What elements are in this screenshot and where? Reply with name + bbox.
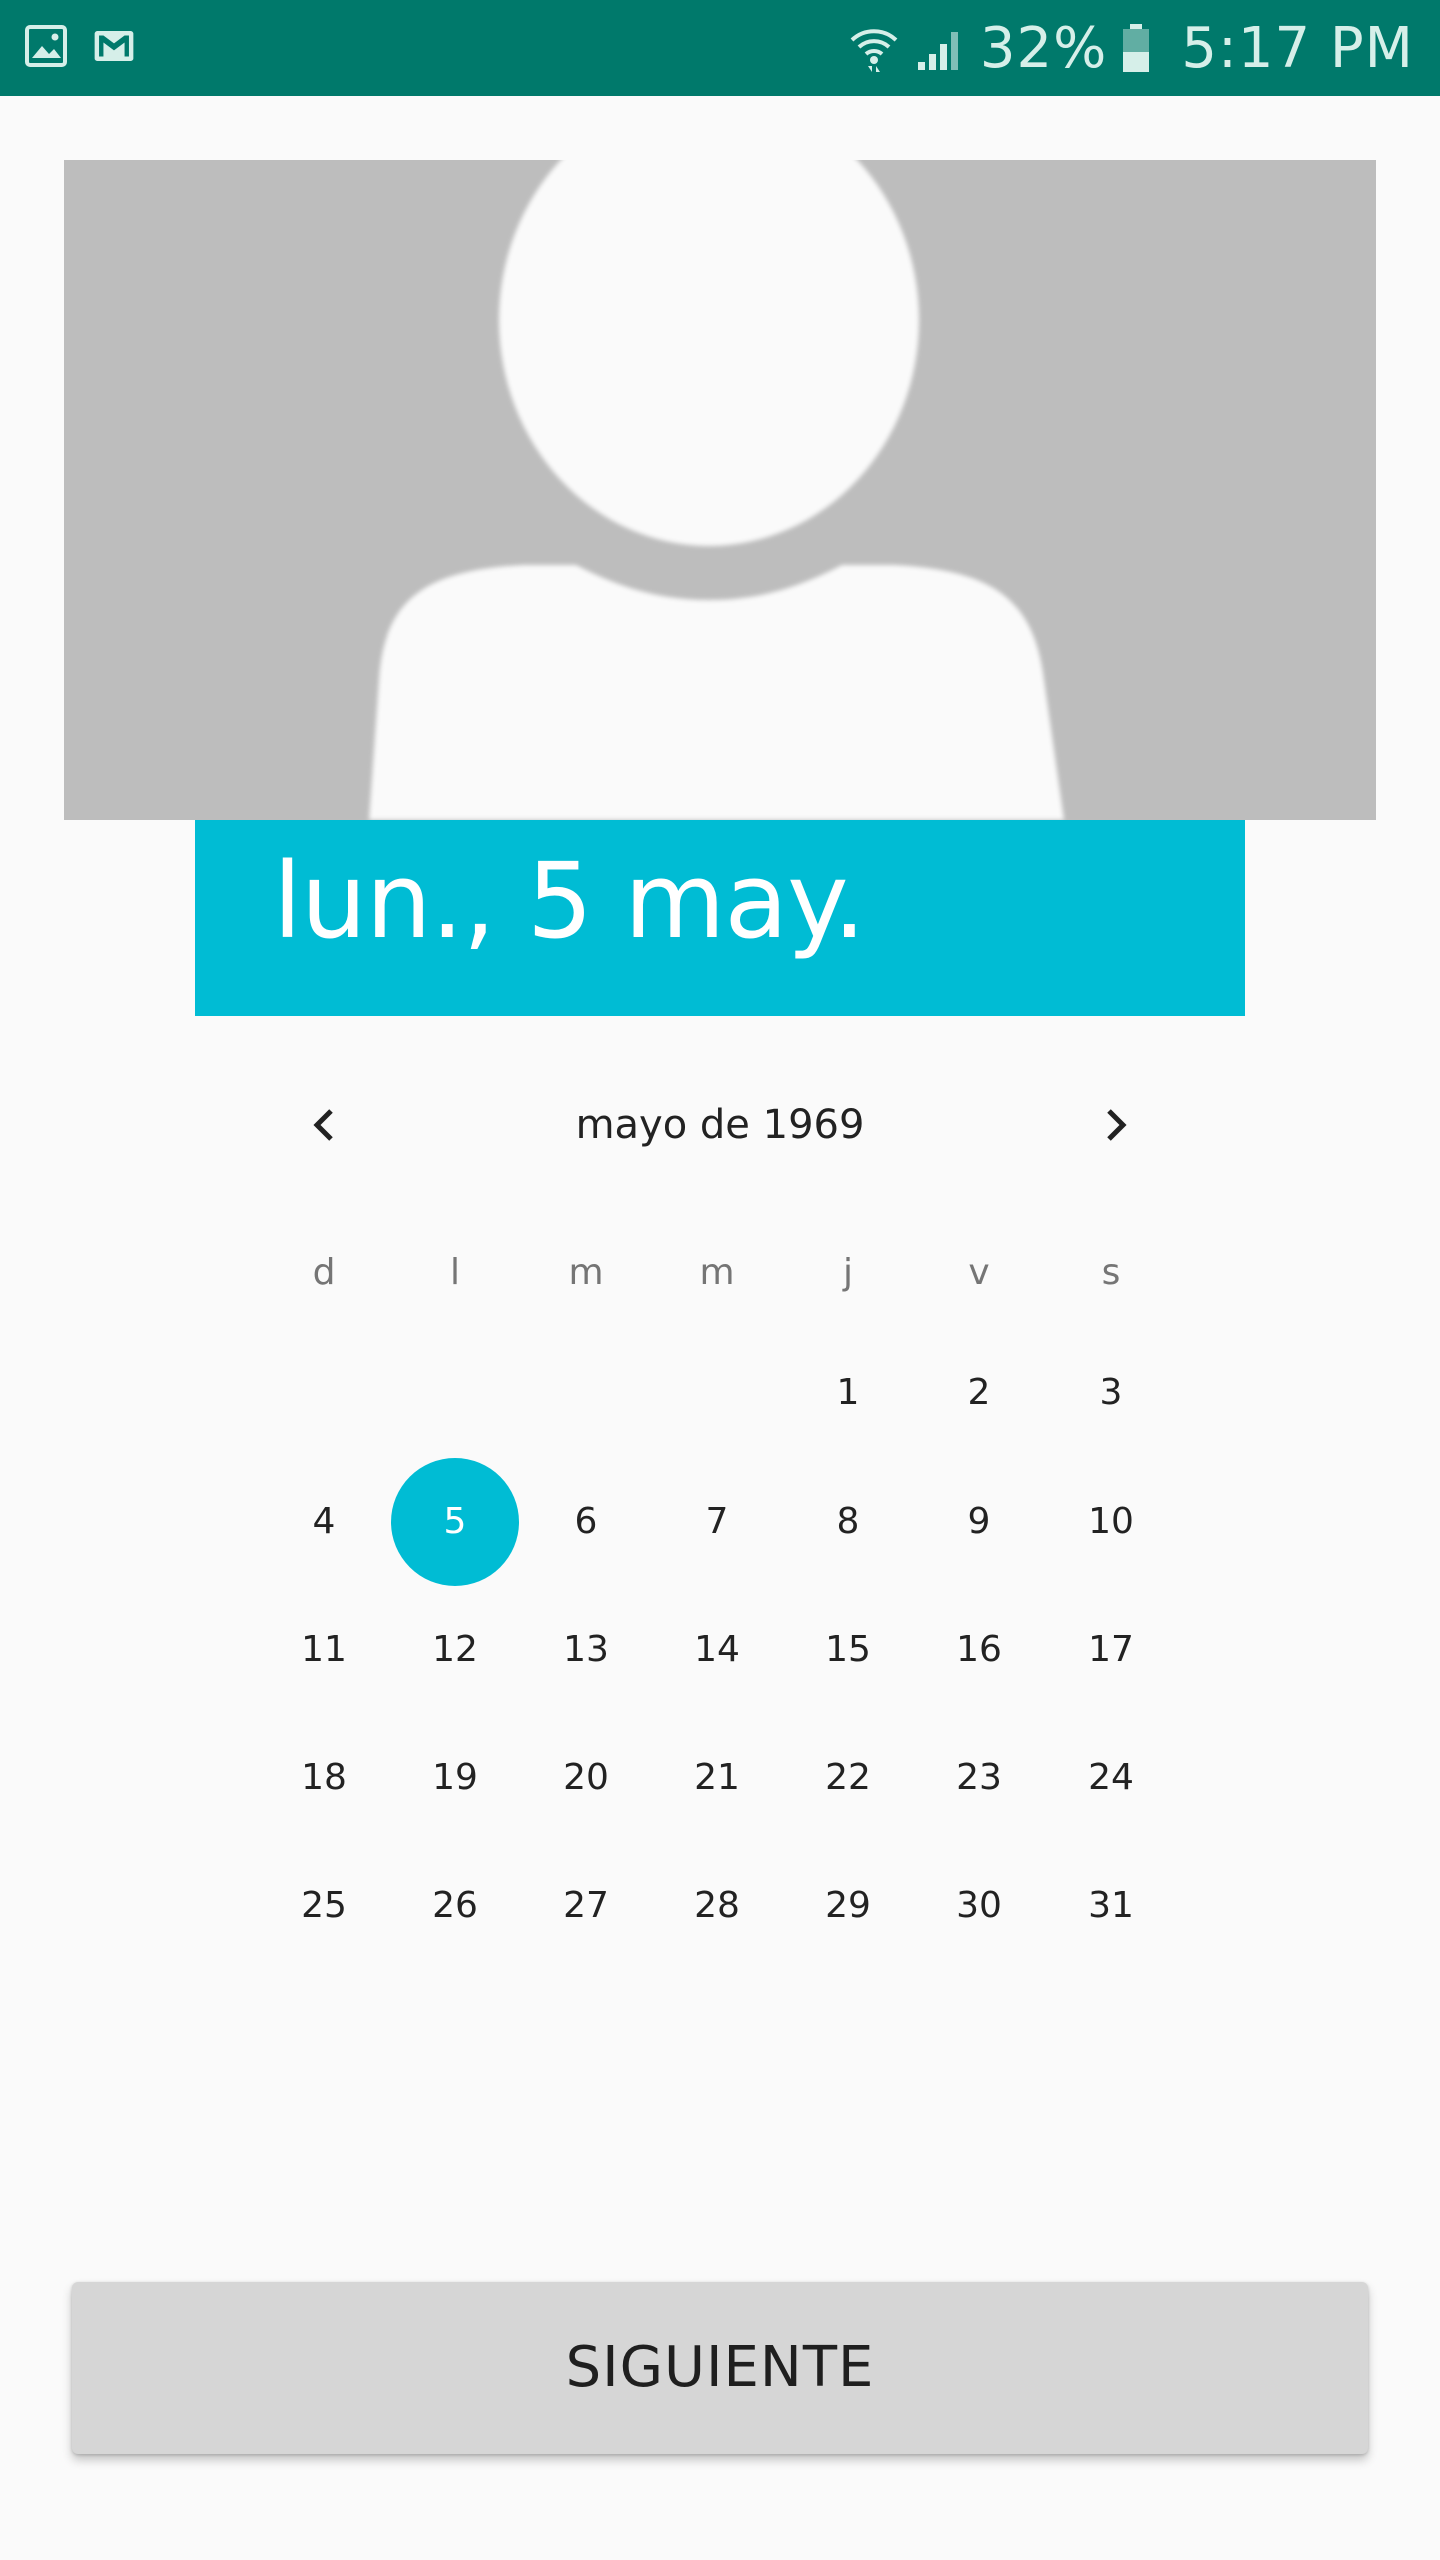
calendar-day[interactable]: 14 [652,1610,782,1690]
calendar-day[interactable]: 26 [390,1866,520,1946]
calendar-day[interactable]: 4 [259,1482,389,1562]
weekday-label: d [312,1252,336,1293]
gallery-icon [25,25,67,67]
calendar-week: 1 2 3 [0,1353,1440,1433]
calendar-day[interactable]: 10 [1046,1482,1176,1562]
wifi-icon [850,29,898,72]
calendar-week: 11 12 13 14 15 16 17 [0,1610,1440,1690]
calendar-day[interactable]: 19 [390,1738,520,1818]
calendar-day[interactable]: 27 [521,1866,651,1946]
calendar-day[interactable]: 24 [1046,1738,1176,1818]
battery-percent: 32% [979,15,1108,81]
battery-icon [1123,24,1150,72]
calendar-day[interactable]: 18 [259,1738,389,1818]
weekday-label: j [842,1252,853,1293]
calendar-week: 4 5 6 7 8 9 10 [0,1458,1440,1586]
weekday-label: m [568,1252,604,1293]
previous-month-button[interactable] [280,1080,370,1170]
calendar-day[interactable]: 1 [783,1353,913,1433]
calendar-day-selected[interactable]: 5 [390,1458,520,1586]
profile-photo[interactable] [64,160,1376,820]
calendar-day[interactable]: 17 [1046,1610,1176,1690]
calendar-day[interactable]: 7 [652,1482,782,1562]
calendar-day[interactable]: 22 [783,1738,913,1818]
calendar-day[interactable]: 12 [390,1610,520,1690]
calendar-week: 18 19 20 21 22 23 24 [0,1738,1440,1818]
calendar-day[interactable]: 28 [652,1866,782,1946]
calendar-day[interactable]: 30 [914,1866,1044,1946]
month-title: mayo de 1969 [575,1102,865,1148]
month-navigation: mayo de 1969 [260,1080,1180,1170]
gmail-icon [94,31,134,61]
calendar-day[interactable]: 23 [914,1738,1044,1818]
calendar-day[interactable]: 2 [914,1353,1044,1433]
weekday-label: l [449,1252,460,1293]
chevron-left-icon [313,1109,333,1141]
weekday-header: d l m m j v s [0,1233,1440,1313]
calendar-day[interactable]: 8 [783,1482,913,1562]
calendar-day[interactable]: 29 [783,1866,913,1946]
chevron-right-icon [1107,1109,1127,1141]
selected-date-text[interactable]: lun., 5 may. [273,840,866,962]
selected-date-header: lun., 5 may. [195,820,1245,1016]
cell-signal-icon [917,32,958,70]
calendar-day[interactable]: 16 [914,1610,1044,1690]
calendar-day[interactable]: 21 [652,1738,782,1818]
calendar-day[interactable]: 6 [521,1482,651,1562]
clock: 5:17 PM [1181,15,1414,81]
calendar-week: 25 26 27 28 29 30 31 [0,1866,1440,1946]
calendar-day[interactable]: 20 [521,1738,651,1818]
calendar-day[interactable]: 13 [521,1610,651,1690]
calendar-day[interactable]: 25 [259,1866,389,1946]
calendar-day[interactable]: 15 [783,1610,913,1690]
calendar-day[interactable]: 11 [259,1610,389,1690]
next-button[interactable]: SIGUIENTE [72,2282,1368,2454]
calendar-day[interactable]: 31 [1046,1866,1176,1946]
weekday-label: v [968,1252,990,1293]
next-month-button[interactable] [1070,1080,1160,1170]
status-bar: 32% 5:17 PM [0,0,1440,96]
calendar-day[interactable]: 3 [1046,1353,1176,1433]
weekday-label: s [1101,1252,1121,1293]
selected-day-label: 5 [443,1501,467,1542]
weekday-label: m [699,1252,735,1293]
calendar-day[interactable]: 9 [914,1482,1044,1562]
person-placeholder-icon [369,160,1064,820]
